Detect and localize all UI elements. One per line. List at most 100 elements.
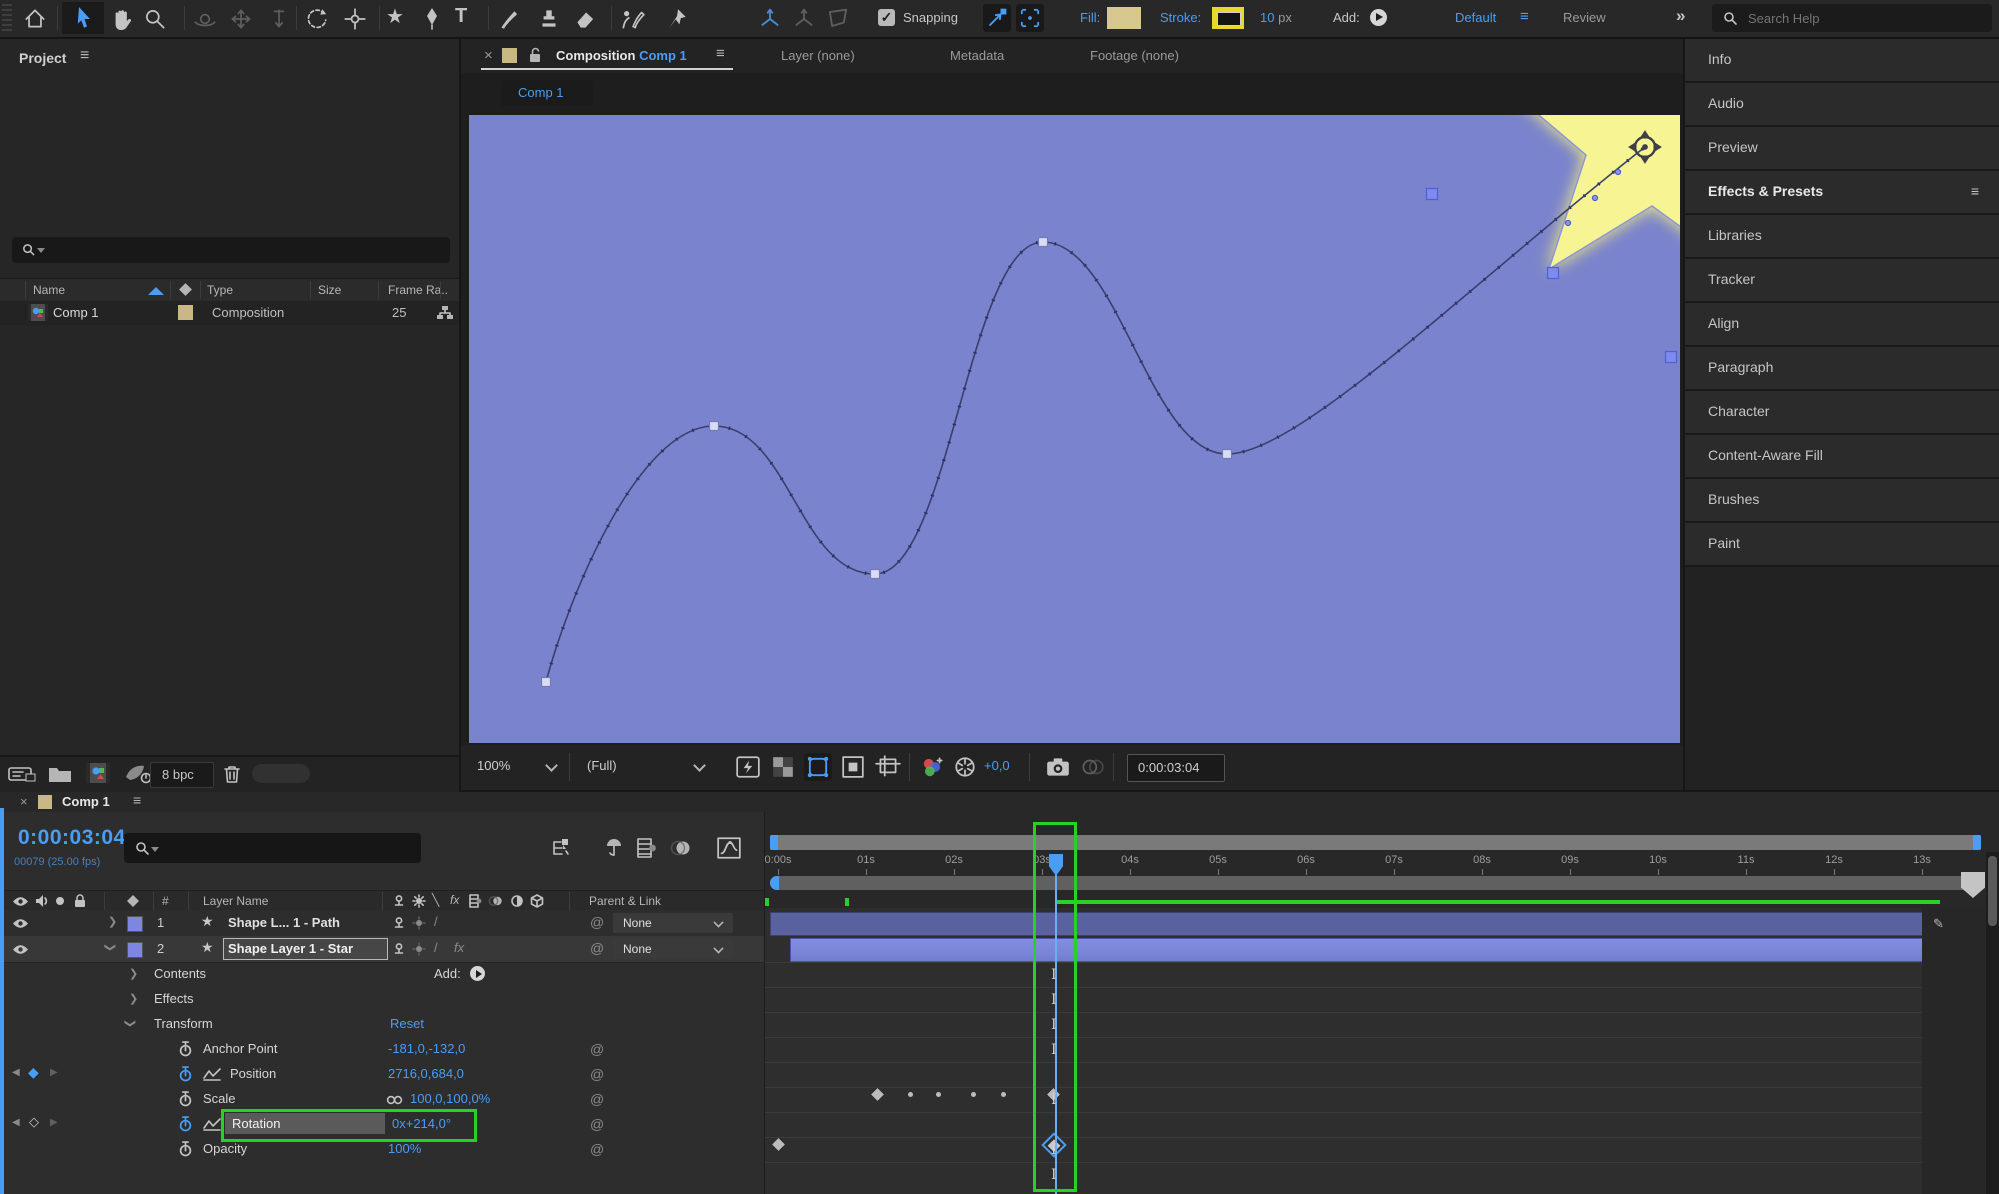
motion-blur-icon[interactable] bbox=[670, 836, 694, 860]
twirl-arrow-icon[interactable]: ❯ bbox=[108, 915, 117, 928]
pickwhip-icon[interactable]: @ bbox=[590, 1141, 604, 1157]
new-composition-icon[interactable] bbox=[86, 763, 110, 783]
pickwhip-icon[interactable]: @ bbox=[590, 1116, 604, 1132]
hand-tool[interactable] bbox=[108, 6, 134, 32]
pan-behind-anchor-tool[interactable] bbox=[342, 6, 368, 32]
add-shape-label[interactable]: Add: bbox=[1333, 10, 1360, 25]
composition-canvas[interactable] bbox=[469, 115, 1680, 743]
next-keyframe-icon[interactable]: ▶ bbox=[50, 1067, 58, 1078]
parent-dropdown[interactable]: None bbox=[613, 913, 733, 933]
prev-keyframe-icon[interactable]: ◀ bbox=[12, 1067, 20, 1078]
project-item-label-swatch[interactable] bbox=[178, 305, 193, 320]
orbit-camera-tool[interactable] bbox=[192, 6, 218, 32]
panel-paint[interactable]: Paint bbox=[1685, 523, 1999, 567]
fx-badge-icon[interactable]: fx bbox=[454, 940, 464, 955]
show-snapshot-icon[interactable] bbox=[1079, 755, 1105, 779]
transparency-grid-icon[interactable] bbox=[771, 755, 795, 779]
rotation-tool[interactable] bbox=[304, 6, 330, 32]
new-folder-icon[interactable] bbox=[48, 764, 72, 783]
time-ruler[interactable]: 0:00s 01s 02s 03s 04s 05s 06s 07s 08s 09… bbox=[765, 852, 1999, 876]
pickwhip-icon[interactable]: @ bbox=[590, 1066, 604, 1082]
interpret-footage-icon[interactable] bbox=[8, 764, 36, 784]
stopwatch-icon[interactable] bbox=[179, 1041, 192, 1057]
next-keyframe-icon[interactable]: ▶ bbox=[50, 1117, 58, 1128]
collapse-transformations-icon[interactable] bbox=[392, 916, 406, 930]
help-search-input[interactable] bbox=[1746, 7, 1980, 29]
keyframe-dot[interactable] bbox=[971, 1092, 976, 1097]
sort-ascending-icon[interactable] bbox=[148, 287, 164, 295]
panel-preview[interactable]: Preview bbox=[1685, 127, 1999, 171]
project-search-input[interactable] bbox=[52, 239, 436, 261]
group-row-transform[interactable]: ❯ Transform Reset bbox=[4, 1012, 765, 1037]
switch-fx-icon[interactable]: fx bbox=[450, 893, 459, 907]
preview-timecode-box[interactable]: 0:00:03:04 bbox=[1127, 754, 1225, 782]
eye-icon[interactable] bbox=[12, 896, 29, 907]
unlock-icon[interactable] bbox=[529, 47, 542, 63]
trash-icon[interactable] bbox=[222, 763, 242, 785]
channel-settings-icon[interactable] bbox=[919, 755, 945, 779]
layer-row-2[interactable]: ❯ 2 ★ Shape Layer 1 - Star / fx @ None bbox=[4, 936, 765, 963]
toolbar-overflow-chevrons[interactable]: » bbox=[1676, 6, 1685, 26]
help-search-box[interactable] bbox=[1712, 4, 1992, 32]
type-tool[interactable]: T bbox=[455, 5, 467, 28]
tab-footage[interactable]: Footage (none) bbox=[1090, 48, 1179, 63]
composition-mini-flowchart-icon[interactable] bbox=[550, 836, 574, 860]
column-size[interactable]: Size bbox=[318, 283, 341, 297]
column-type[interactable]: Type bbox=[207, 283, 233, 297]
switch-motion-blur-icon[interactable] bbox=[488, 894, 504, 908]
lock-icon[interactable] bbox=[74, 894, 86, 908]
timeline-search-box[interactable] bbox=[124, 833, 421, 863]
project-search-box[interactable] bbox=[12, 237, 450, 263]
fill-swatch[interactable] bbox=[1107, 7, 1141, 29]
view-axis-mode[interactable] bbox=[824, 5, 852, 33]
transform-reset-link[interactable]: Reset bbox=[390, 1016, 424, 1031]
stopwatch-icon-active[interactable] bbox=[179, 1066, 192, 1082]
layer-color-swatch[interactable] bbox=[127, 916, 143, 932]
graph-overlay-icon[interactable] bbox=[203, 1068, 221, 1081]
property-label[interactable]: Scale bbox=[203, 1091, 236, 1106]
label-column-tag-icon[interactable] bbox=[178, 282, 193, 297]
home-button[interactable] bbox=[22, 6, 48, 32]
workspace-default[interactable]: Default bbox=[1455, 10, 1496, 25]
snap-to-features-button[interactable] bbox=[1016, 4, 1044, 32]
layer-1-duration-bar[interactable] bbox=[770, 912, 1924, 936]
eye-icon[interactable] bbox=[12, 944, 29, 955]
work-area-end-handle[interactable] bbox=[1973, 835, 1981, 850]
panel-effects-presets[interactable]: Effects & Presets ≡ bbox=[1685, 171, 1999, 215]
property-row-anchor-point[interactable]: Anchor Point -181,0,-132,0 @ bbox=[4, 1037, 765, 1062]
collapse-transformations-icon[interactable] bbox=[392, 942, 406, 956]
roto-brush-tool[interactable] bbox=[618, 6, 646, 32]
parent-pickwhip-icon[interactable]: @ bbox=[590, 914, 604, 930]
group-row-effects[interactable]: ❯ Effects bbox=[4, 987, 765, 1012]
property-value[interactable]: -181,0,-132,0 bbox=[388, 1041, 465, 1056]
panel-libraries[interactable]: Libraries bbox=[1685, 215, 1999, 259]
shy-icon[interactable]: / bbox=[434, 914, 438, 929]
label-tag-icon[interactable] bbox=[126, 894, 140, 908]
exposure-value[interactable]: +0,0 bbox=[984, 758, 1010, 773]
property-label[interactable]: Anchor Point bbox=[203, 1041, 277, 1056]
switch-shy-icon[interactable]: ╲ bbox=[432, 893, 439, 907]
switch-3d-icon[interactable] bbox=[530, 894, 544, 908]
region-of-interest-icon[interactable] bbox=[841, 755, 865, 779]
stroke-label[interactable]: Stroke: bbox=[1160, 10, 1201, 25]
flowchart-icon[interactable] bbox=[437, 305, 453, 321]
guides-rulers-icon[interactable] bbox=[875, 755, 901, 779]
frame-blending-icon[interactable] bbox=[634, 836, 658, 860]
stroke-swatch[interactable] bbox=[1212, 7, 1244, 29]
layer-2-duration-bar[interactable] bbox=[790, 938, 1924, 962]
fill-label[interactable]: Fill: bbox=[1080, 10, 1100, 25]
quality-icon[interactable] bbox=[412, 942, 426, 956]
parent-dropdown[interactable]: None bbox=[613, 939, 733, 959]
tab-close-icon[interactable]: × bbox=[484, 47, 493, 64]
stopwatch-icon[interactable] bbox=[179, 1141, 192, 1157]
render-engine-icon[interactable] bbox=[122, 763, 152, 785]
property-label[interactable]: Opacity bbox=[203, 1141, 247, 1156]
stroke-width-value[interactable]: 10 px bbox=[1260, 10, 1292, 25]
zoom-tool[interactable] bbox=[142, 6, 168, 32]
viewer-tab-menu-icon[interactable]: ≡ bbox=[716, 45, 725, 62]
brush-tool[interactable] bbox=[496, 6, 522, 32]
property-value[interactable]: 2716,0,684,0 bbox=[388, 1066, 464, 1081]
clone-stamp-tool[interactable] bbox=[536, 6, 562, 32]
property-value[interactable]: 100,0,100,0% bbox=[410, 1091, 490, 1106]
panel-character[interactable]: Character bbox=[1685, 391, 1999, 435]
